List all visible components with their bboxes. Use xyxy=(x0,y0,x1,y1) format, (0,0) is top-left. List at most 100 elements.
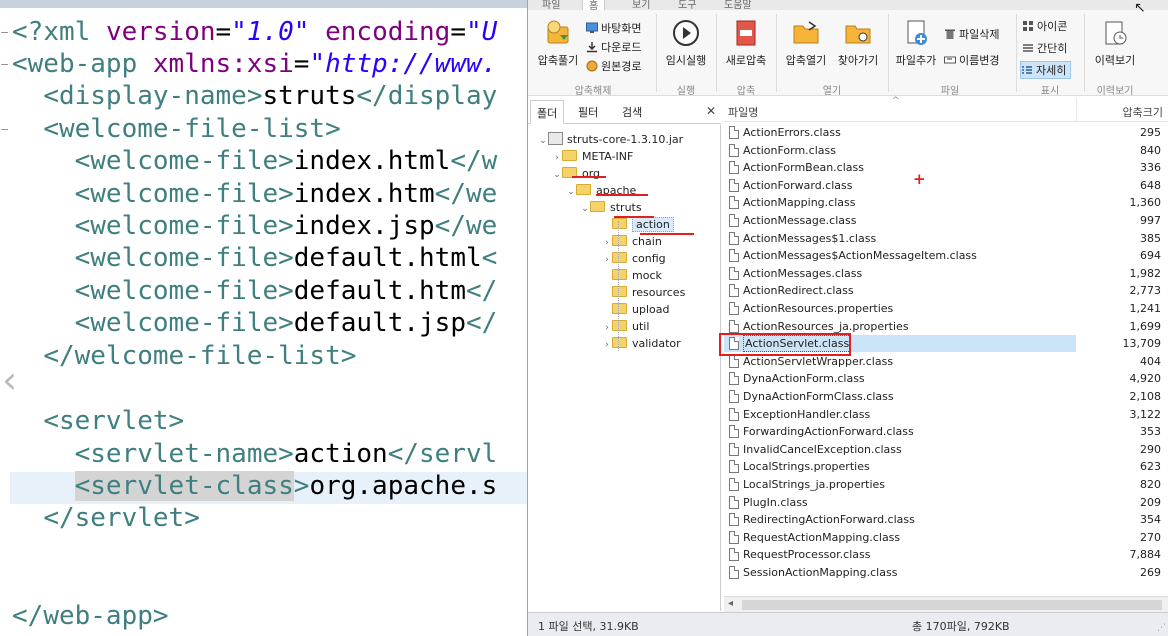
tree-node[interactable]: ⌄ apache xyxy=(566,182,636,199)
file-row[interactable]: ActionMessages$1.class 385 xyxy=(724,230,1168,247)
code-line[interactable]: <welcome-file>default.htm</ xyxy=(12,275,498,308)
view-simple-button[interactable]: 간단히 xyxy=(1022,40,1067,58)
column-name-header[interactable]: 파일명 xyxy=(728,104,758,120)
file-row[interactable]: ActionMapping.class 1,360 xyxy=(724,194,1168,211)
file-row[interactable]: ExceptionHandler.class 3,122 xyxy=(724,406,1168,423)
code-line[interactable]: <web-app xmlns:xsi="http://www. xyxy=(12,48,497,81)
file-row[interactable]: DynaActionForm.class 4,920 xyxy=(724,370,1168,387)
chevron-down-icon[interactable]: ⌄ xyxy=(538,133,548,150)
tree-node[interactable]: ⌄ struts-core-1.3.10.jar xyxy=(538,131,683,148)
chevron-down-icon[interactable]: ⌄ xyxy=(552,167,562,184)
file-row[interactable]: RequestActionMapping.class 270 xyxy=(724,529,1168,546)
code-line[interactable]: </welcome-file-list> xyxy=(12,340,356,373)
fold-toggle-icon[interactable]: − xyxy=(0,124,10,135)
file-row[interactable]: ActionErrors.class 295 xyxy=(724,124,1168,141)
xml-editor[interactable]: <?xml version="1.0" encoding="U <web-app … xyxy=(0,0,527,636)
code-line[interactable]: <servlet> xyxy=(12,405,184,438)
horizontal-scrollbar[interactable]: ◂ xyxy=(724,596,1168,612)
extract-original-button[interactable]: 원본경로 xyxy=(586,58,641,76)
file-size: 997 xyxy=(1140,214,1161,227)
code-line[interactable]: <?xml version="1.0" encoding="U xyxy=(12,16,497,49)
code-line[interactable]: <welcome-file>default.html< xyxy=(12,242,498,275)
file-row[interactable]: ActionForm.class 840 xyxy=(724,142,1168,159)
view-detail-button[interactable]: 자세히 xyxy=(1020,61,1072,79)
extract-downloads-button[interactable]: 다운로드 xyxy=(586,39,641,57)
tree-node[interactable]: ⌄ org xyxy=(552,165,600,182)
code-line[interactable]: <welcome-file>index.html</w xyxy=(12,145,498,178)
fold-toggle-icon[interactable]: − xyxy=(0,59,10,70)
scroll-left-icon[interactable]: ◂ xyxy=(728,598,733,609)
file-size: 13,709 xyxy=(1122,337,1162,351)
tree-node[interactable]: › config xyxy=(602,250,666,267)
code-token-close: > xyxy=(246,81,263,111)
extract-desktop-button[interactable]: 바탕화면 xyxy=(586,20,641,38)
chevron-down-icon[interactable]: ⌄ xyxy=(580,201,590,218)
code-line[interactable]: </web-app> xyxy=(12,600,169,633)
chevron-down-icon[interactable]: ⌄ xyxy=(566,184,576,201)
tree-node[interactable]: › META-INF xyxy=(552,148,633,165)
view-icons-button[interactable]: 아이콘 xyxy=(1022,18,1067,36)
file-row[interactable]: ActionForward.class 648 xyxy=(724,177,1168,194)
code-line[interactable]: </servlet> xyxy=(12,502,200,535)
tree-node[interactable]: › validator xyxy=(602,335,681,352)
tree-node[interactable]: resources xyxy=(602,284,685,301)
file-row[interactable]: ActionMessages.class 1,982 xyxy=(724,265,1168,282)
ribbon-separator xyxy=(776,14,777,92)
delete-file-button[interactable]: 파일삭제 xyxy=(944,26,999,44)
code-line[interactable]: <servlet-name>action</servl xyxy=(12,438,498,471)
chevron-right-icon[interactable]: › xyxy=(602,337,612,354)
file-row[interactable]: SessionActionMapping.class 269 xyxy=(724,564,1168,581)
column-size-header[interactable]: 압축크기 xyxy=(1123,104,1163,120)
code-line[interactable]: <display-name>struts</display xyxy=(12,80,497,113)
tree-node[interactable]: mock xyxy=(602,267,662,284)
rename-button[interactable]: 이름변경 xyxy=(944,52,999,70)
new-zip-button[interactable]: 새로압축 xyxy=(720,18,772,68)
tab-filter[interactable]: 필터 xyxy=(578,104,598,120)
file-row[interactable]: ActionFormBean.class 336 xyxy=(724,159,1168,176)
code-line[interactable]: <welcome-file>index.htm</we xyxy=(12,178,498,211)
run-button[interactable]: 임시실행 xyxy=(662,18,710,68)
file-row[interactable]: LocalStrings.properties 623 xyxy=(724,458,1168,475)
tree-node[interactable]: ⌄ struts xyxy=(580,199,642,216)
tree-node[interactable]: › util xyxy=(602,318,649,335)
code-token-open: </ xyxy=(43,341,75,371)
ribbon-tab-home[interactable]: 홈 xyxy=(582,0,606,12)
code-line[interactable]: <welcome-file>index.jsp</we xyxy=(12,210,498,243)
extract-button[interactable]: 압축풀기 xyxy=(534,18,582,68)
file-list[interactable]: ActionErrors.class 295 ActionForm.class 840… xyxy=(724,124,1168,596)
file-icon xyxy=(729,513,739,527)
file-row[interactable]: ActionMessages$ActionMessageItem.class 69… xyxy=(724,247,1168,264)
tree-node[interactable]: › chain xyxy=(602,233,662,250)
open-zip-button[interactable]: 압축열기 xyxy=(780,18,832,68)
file-row[interactable]: LocalStrings_ja.properties 820 xyxy=(724,476,1168,493)
file-row[interactable]: ForwardingActionForward.class 353 xyxy=(724,423,1168,440)
scroll-thumb[interactable] xyxy=(742,600,1162,610)
add-file-icon xyxy=(907,20,927,45)
history-button[interactable]: 이력보기 xyxy=(1088,18,1142,68)
file-row[interactable]: ActionResources.properties 1,241 xyxy=(724,300,1168,317)
tree-node[interactable]: upload xyxy=(602,301,669,318)
code-token-open: < xyxy=(74,179,91,209)
code-line[interactable]: <welcome-file>default.jsp</ xyxy=(12,307,498,340)
fold-toggle-icon[interactable]: − xyxy=(0,27,10,38)
find-button[interactable]: 찾아가기 xyxy=(832,18,884,68)
panel-close-icon[interactable]: ✕ xyxy=(706,104,716,118)
tab-search[interactable]: 검색 xyxy=(622,104,642,120)
tree-node[interactable]: action xyxy=(602,216,674,233)
file-row[interactable]: ActionMessage.class 997 xyxy=(724,212,1168,229)
code-line[interactable]: <servlet-class>org.apache.s xyxy=(12,470,497,503)
file-row[interactable]: ActionRedirect.class 2,773 xyxy=(724,282,1168,299)
file-row[interactable]: PlugIn.class 209 xyxy=(724,494,1168,511)
prev-arrow-icon[interactable]: ‹ xyxy=(2,358,17,402)
file-row[interactable]: InvalidCancelException.class 290 xyxy=(724,441,1168,458)
code-line[interactable]: <welcome-file-list> xyxy=(12,113,340,146)
file-row[interactable]: RedirectingActionForward.class 354 xyxy=(724,511,1168,528)
tab-folder[interactable]: 폴더 xyxy=(530,100,565,124)
add-file-button[interactable]: 파일추가 xyxy=(890,18,942,68)
folder-tree[interactable]: ⌄ struts-core-1.3.10.jar › META-INF ⌄ org ⌄ apa… xyxy=(528,125,721,611)
file-row[interactable]: DynaActionFormClass.class 2,108 xyxy=(724,388,1168,405)
code-token-tag: welcome-file-list xyxy=(74,341,341,371)
column-divider[interactable] xyxy=(1076,98,1077,122)
file-row[interactable]: RequestProcessor.class 7,884 xyxy=(724,546,1168,563)
resize-grip-icon[interactable]: ⋰ xyxy=(1157,623,1166,633)
